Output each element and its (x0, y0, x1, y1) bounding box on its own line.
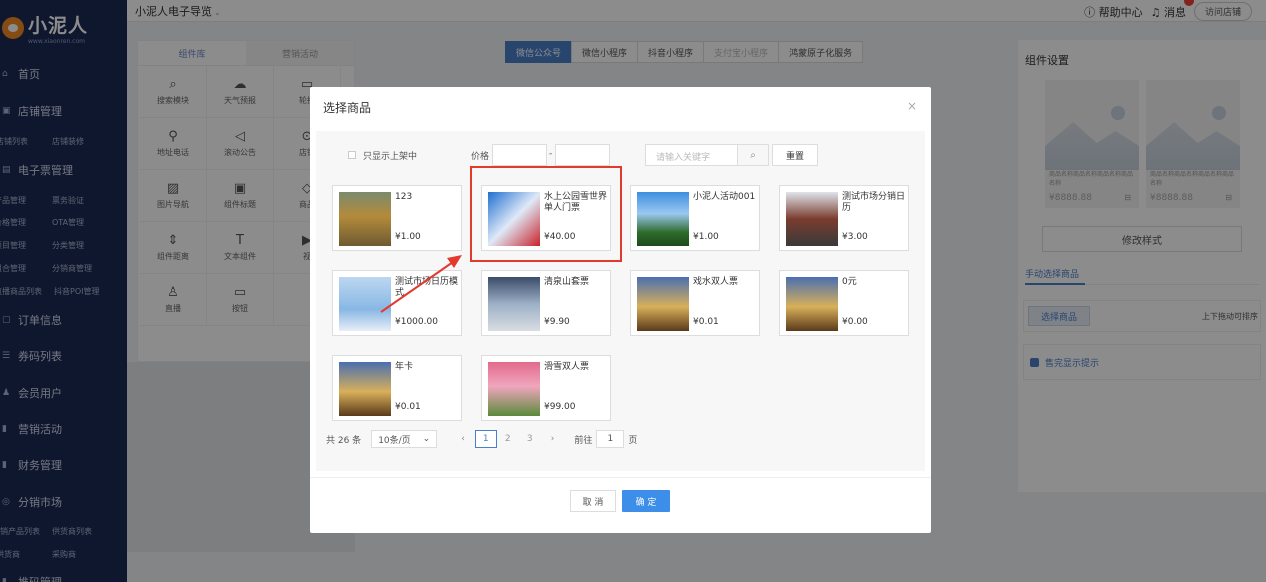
goods-price: ¥0.01 (395, 402, 421, 412)
goods-name: 测试市场分销日历 (842, 192, 906, 213)
price-max-input[interactable] (555, 144, 610, 166)
goods-item[interactable]: 测试市场分销日历 ¥3.00 (779, 185, 909, 251)
goto-page-input[interactable]: 1 (596, 430, 625, 448)
goods-name: 清泉山套票 (544, 277, 590, 287)
page-3[interactable]: 3 (519, 430, 541, 448)
total-count: 共 26 条 (326, 435, 362, 446)
goods-name: 0元 (842, 277, 857, 287)
close-icon[interactable]: × (907, 99, 917, 113)
goto-label: 前往 (574, 435, 593, 446)
goods-item[interactable]: 滑雪双人票 ¥99.00 (481, 355, 611, 421)
goods-price: ¥9.90 (544, 317, 570, 327)
keyword-input[interactable]: 请输入关键字 (645, 144, 738, 166)
only-listed-label: 只显示上架中 (363, 152, 418, 162)
highlight-box (470, 166, 622, 262)
goods-thumbnail (339, 277, 391, 331)
goods-thumbnail (786, 192, 838, 246)
cancel-button[interactable]: 取 消 (570, 490, 616, 512)
goods-thumbnail (488, 362, 540, 416)
search-button[interactable]: ⌕ (737, 144, 769, 166)
goods-name: 小泥人活动001 (693, 192, 756, 202)
goods-thumbnail (786, 277, 838, 331)
price-label: 价格 (471, 152, 490, 162)
prev-page-icon[interactable]: ‹ (461, 434, 465, 444)
goods-name: 测试市场日历模式 (395, 277, 459, 298)
goods-name: 123 (395, 192, 413, 202)
goods-thumbnail (339, 362, 391, 416)
goods-price: ¥1000.00 (395, 317, 438, 327)
next-page-icon[interactable]: › (551, 434, 555, 444)
goods-thumbnail (488, 277, 540, 331)
goods-item[interactable]: 123 ¥1.00 (332, 185, 462, 251)
goods-item[interactable]: 戏水双人票 ¥0.01 (630, 270, 760, 336)
goods-name: 滑雪双人票 (544, 362, 590, 372)
goods-item[interactable]: 测试市场日历模式 ¥1000.00 (332, 270, 462, 336)
select-goods-modal: 选择商品 × 只显示上架中 价格 - 请输入关键字 ⌕ 重置 123 ¥1.00 水… (310, 87, 931, 533)
filter-row: 只显示上架中 价格 - 请输入关键字 ⌕ 重置 (316, 144, 925, 166)
page-unit: 页 (628, 435, 638, 446)
goods-name: 年卡 (395, 362, 414, 372)
goods-item[interactable]: 0元 ¥0.00 (779, 270, 909, 336)
goods-item[interactable]: 年卡 ¥0.01 (332, 355, 462, 421)
chevron-down-icon: ⌄ (422, 434, 431, 444)
modal-title: 选择商品 (323, 101, 372, 115)
only-listed-checkbox[interactable] (348, 151, 356, 159)
page-size-select[interactable]: 10条/页 ⌄ (371, 430, 438, 448)
goods-price: ¥0.00 (842, 317, 868, 327)
pagination: 共 26 条 10条/页 ⌄ ‹ 1 2 3 › 前往 1 页 (326, 430, 637, 448)
goods-thumbnail (339, 192, 391, 246)
goods-item[interactable]: 清泉山套票 ¥9.90 (481, 270, 611, 336)
goods-thumbnail (637, 277, 689, 331)
confirm-button[interactable]: 确 定 (622, 490, 670, 512)
page-1[interactable]: 1 (474, 430, 497, 448)
reset-button[interactable]: 重置 (772, 144, 818, 166)
page-2[interactable]: 2 (497, 430, 519, 448)
goods-price: ¥1.00 (395, 232, 421, 242)
search-icon: ⌕ (750, 149, 756, 161)
price-min-input[interactable] (492, 144, 547, 166)
goods-price: ¥3.00 (842, 232, 868, 242)
goods-price: ¥1.00 (693, 232, 719, 242)
goods-price: ¥0.01 (693, 317, 719, 327)
goods-item[interactable]: 小泥人活动001 ¥1.00 (630, 185, 760, 251)
goods-name: 戏水双人票 (693, 277, 739, 287)
goods-thumbnail (637, 192, 689, 246)
goods-price: ¥99.00 (544, 402, 576, 412)
